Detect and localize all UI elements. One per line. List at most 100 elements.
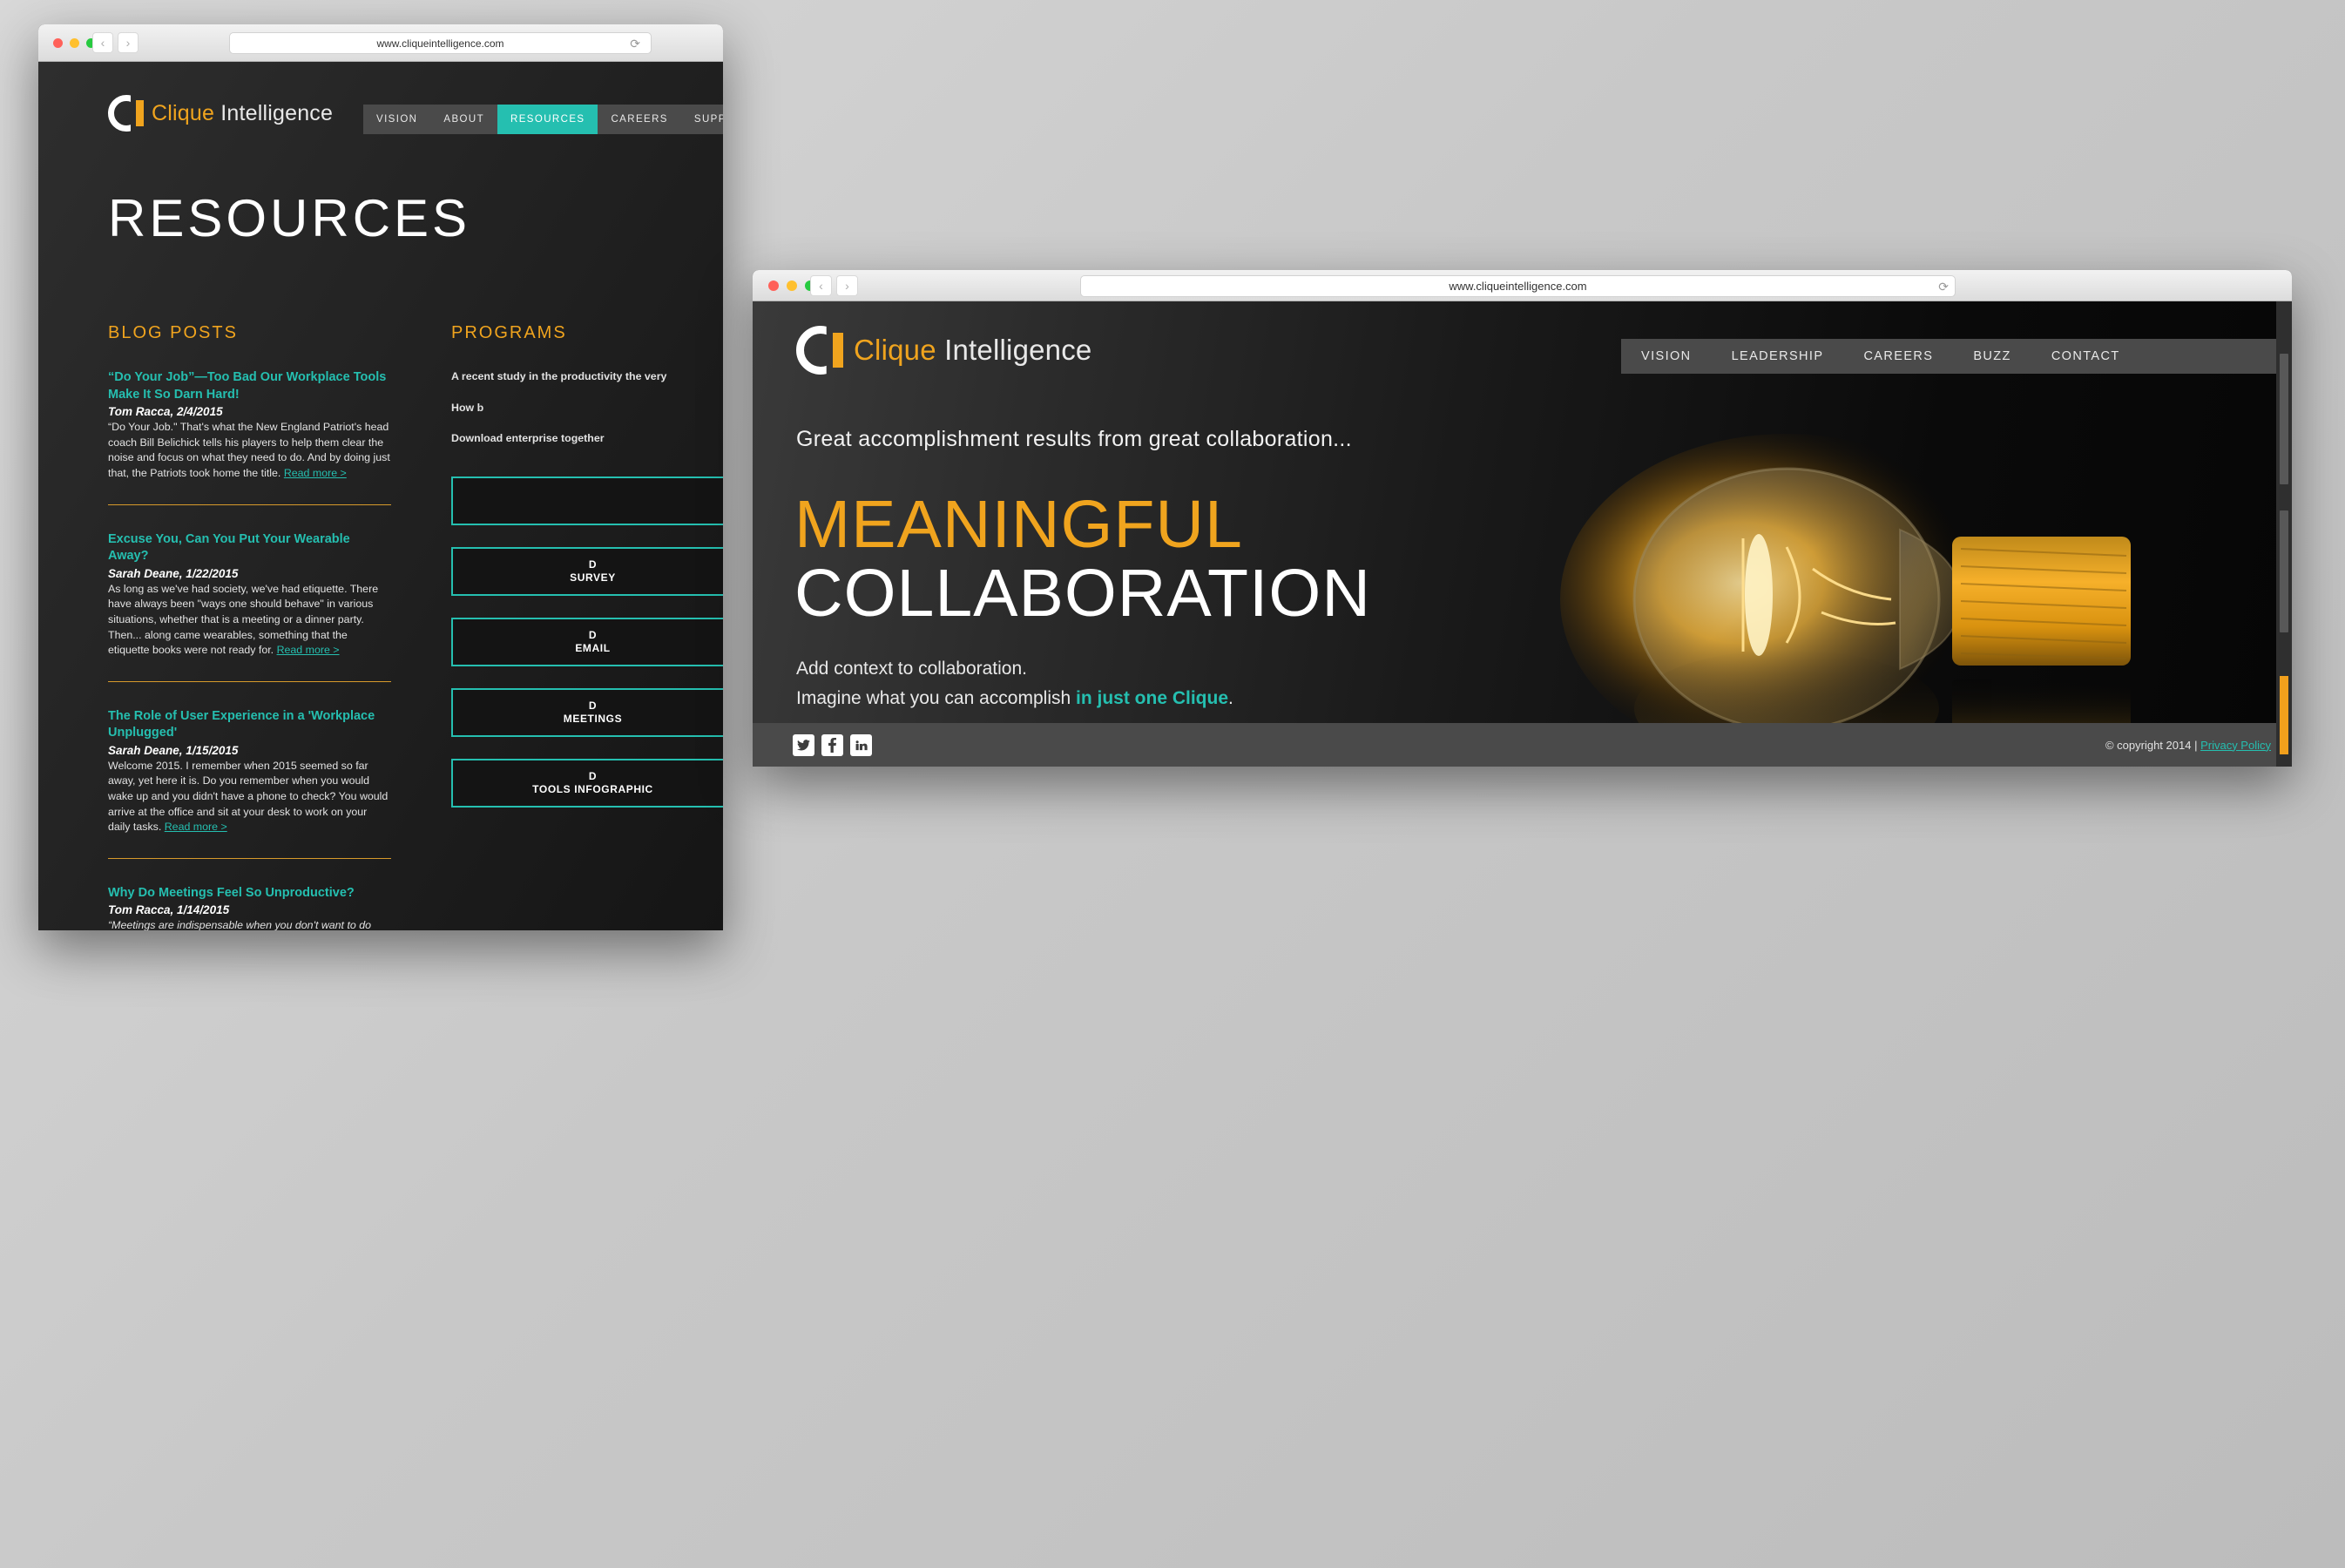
post-body: “Meetings are indispensable when you don… — [108, 918, 391, 930]
page-scrollbar-thumb-secondary[interactable] — [2280, 510, 2288, 632]
download-box[interactable]: D EMAIL — [451, 617, 723, 666]
facebook-icon[interactable] — [821, 733, 843, 756]
blog-post[interactable]: The Role of User Experience in a 'Workpl… — [108, 708, 391, 835]
post-title[interactable]: Why Do Meetings Feel So Unproductive? — [108, 885, 391, 902]
nav-item-resources[interactable]: RESOURCES — [497, 105, 598, 134]
hero-headline-bottom: COLLABORATION — [794, 556, 1371, 631]
minimize-window-button[interactable] — [70, 38, 79, 48]
post-body: Welcome 2015. I remember when 2015 seeme… — [108, 759, 391, 835]
hero-section: Great accomplishment results from great … — [753, 382, 2292, 723]
page-title: RESOURCES — [108, 189, 471, 247]
scrollbar-accent-marker — [2280, 676, 2288, 754]
page-scrollbar-track[interactable] — [2276, 301, 2292, 767]
post-meta: Tom Racca, 1/14/2015 — [108, 903, 230, 917]
forward-button[interactable]: › — [836, 275, 858, 296]
nav-item-leadership[interactable]: LEADERSHIP — [1712, 339, 1844, 374]
nav-item-buzz[interactable]: BUZZ — [1953, 339, 2031, 374]
titlebar: ‹ › www.cliqueintelligence.com ⟳ — [753, 270, 2292, 301]
logo-text: Clique Intelligence — [152, 101, 333, 126]
window-controls[interactable] — [768, 270, 815, 301]
site-logo[interactable]: Clique Intelligence — [796, 326, 1092, 375]
programs-column: PROGRAMS A recent study in the productiv… — [451, 323, 723, 808]
page-scrollbar-thumb[interactable] — [2280, 354, 2288, 484]
post-title[interactable]: Excuse You, Can You Put Your Wearable Aw… — [108, 531, 391, 565]
blog-posts-column: BLOG POSTS “Do Your Job”—Too Bad Our Wor… — [108, 323, 391, 930]
read-more-link[interactable]: Read more > — [165, 821, 227, 833]
linkedin-icon[interactable] — [850, 733, 872, 756]
post-excerpt: “Do Your Job." That's what the New Engla… — [108, 421, 390, 479]
back-button[interactable]: ‹ — [810, 275, 832, 296]
programs-heading: PROGRAMS — [451, 323, 567, 342]
nav-item-careers[interactable]: CAREERS — [598, 105, 680, 134]
download-box[interactable]: D SURVEY — [451, 546, 723, 596]
hero-sub-highlight: in just one Clique — [1076, 688, 1229, 708]
download-box-line1: D — [588, 628, 598, 641]
reload-icon[interactable]: ⟳ — [630, 37, 640, 51]
nav-item-vision[interactable]: VISION — [1621, 339, 1712, 374]
main-navigation[interactable]: VISION LEADERSHIP CAREERS BUZZ CONTACT — [1621, 339, 2292, 374]
hero-subtext-line2: Imagine what you can accomplish in just … — [796, 688, 1233, 709]
close-window-button[interactable] — [53, 38, 63, 48]
blog-post[interactable]: Why Do Meetings Feel So Unproductive? To… — [108, 885, 391, 930]
close-window-button[interactable] — [768, 280, 779, 291]
download-box-line2: SURVEY — [570, 571, 616, 584]
clique-ring-logo-icon — [796, 326, 845, 375]
download-box[interactable]: D TOOLS INFOGRAPHIC — [451, 758, 723, 808]
download-box[interactable] — [451, 476, 723, 525]
privacy-policy-link[interactable]: Privacy Policy — [2200, 739, 2271, 752]
post-title[interactable]: The Role of User Experience in a 'Workpl… — [108, 708, 391, 742]
social-links[interactable] — [793, 733, 872, 756]
browser-navigation-buttons[interactable]: ‹ › — [810, 275, 858, 296]
nav-item-vision[interactable]: VISION — [363, 105, 430, 134]
download-box[interactable]: D MEETINGS — [451, 687, 723, 737]
minimize-window-button[interactable] — [787, 280, 797, 291]
logo-text: Clique Intelligence — [854, 334, 1092, 367]
back-button[interactable]: ‹ — [92, 32, 113, 53]
hero-headline-top: MEANINGFUL — [794, 487, 1243, 562]
hero-sub-suffix: . — [1228, 688, 1233, 708]
copyright: © copyright 2014 | Privacy Policy — [2105, 739, 2271, 752]
programs-paragraph-3: Download enterprise together — [451, 432, 605, 445]
post-meta: Sarah Deane, 1/15/2015 — [108, 743, 239, 757]
nav-item-careers[interactable]: CAREERS — [1843, 339, 1953, 374]
post-body: As long as we've had society, we've had … — [108, 582, 391, 659]
divider — [108, 857, 391, 859]
hero-kicker: Great accomplishment results from great … — [796, 427, 1352, 451]
url-text: www.cliqueintelligence.com — [376, 37, 504, 50]
divider — [108, 680, 391, 682]
copyright-text: © copyright 2014 | — [2105, 738, 2198, 752]
main-navigation[interactable]: VISION ABOUT RESOURCES CAREERS SUPPORT C… — [363, 105, 723, 134]
blog-post[interactable]: Excuse You, Can You Put Your Wearable Aw… — [108, 531, 391, 659]
lightbulb-image — [1560, 434, 2131, 723]
divider — [108, 504, 391, 505]
twitter-icon[interactable] — [793, 733, 814, 756]
blog-post[interactable]: “Do Your Job”—Too Bad Our Workplace Tool… — [108, 369, 391, 482]
post-meta: Tom Racca, 2/4/2015 — [108, 405, 223, 419]
post-excerpt: “Meetings are indispensable when you don… — [108, 919, 371, 930]
nav-item-support[interactable]: SUPPORT — [681, 105, 723, 134]
read-more-link[interactable]: Read more > — [277, 644, 340, 656]
post-excerpt: Welcome 2015. I remember when 2015 seeme… — [108, 759, 389, 834]
logo-name: Clique — [854, 334, 936, 366]
address-bar[interactable]: www.cliqueintelligence.com — [1080, 275, 1956, 297]
post-title[interactable]: “Do Your Job”—Too Bad Our Workplace Tool… — [108, 369, 391, 403]
address-bar[interactable]: www.cliqueintelligence.com — [229, 32, 652, 54]
download-box-line1: D — [588, 769, 598, 782]
site-logo[interactable]: Clique Intelligence — [108, 95, 333, 132]
reload-icon[interactable]: ⟳ — [1938, 280, 1949, 294]
window-controls[interactable] — [53, 24, 96, 62]
browser-navigation-buttons[interactable]: ‹ › — [92, 32, 139, 53]
logo-name: Clique — [152, 100, 215, 125]
nav-item-about[interactable]: ABOUT — [430, 105, 497, 134]
site-footer: © copyright 2014 | Privacy Policy — [753, 723, 2292, 767]
resources-page: Clique Intelligence VISION ABOUT RESOURC… — [38, 62, 723, 930]
nav-item-contact[interactable]: CONTACT — [2031, 339, 2140, 374]
forward-button[interactable]: › — [118, 32, 139, 53]
browser-window-home[interactable]: ‹ › www.cliqueintelligence.com ⟳ Clique … — [753, 270, 2292, 767]
logo-suffix: Intelligence — [220, 100, 334, 125]
blog-posts-heading: BLOG POSTS — [108, 323, 238, 342]
post-meta: Sarah Deane, 1/22/2015 — [108, 566, 239, 580]
post-body: “Do Your Job." That's what the New Engla… — [108, 420, 391, 481]
browser-window-resources[interactable]: ‹ › www.cliqueintelligence.com ⟳ Clique … — [38, 24, 723, 930]
read-more-link[interactable]: Read more > — [284, 467, 347, 479]
